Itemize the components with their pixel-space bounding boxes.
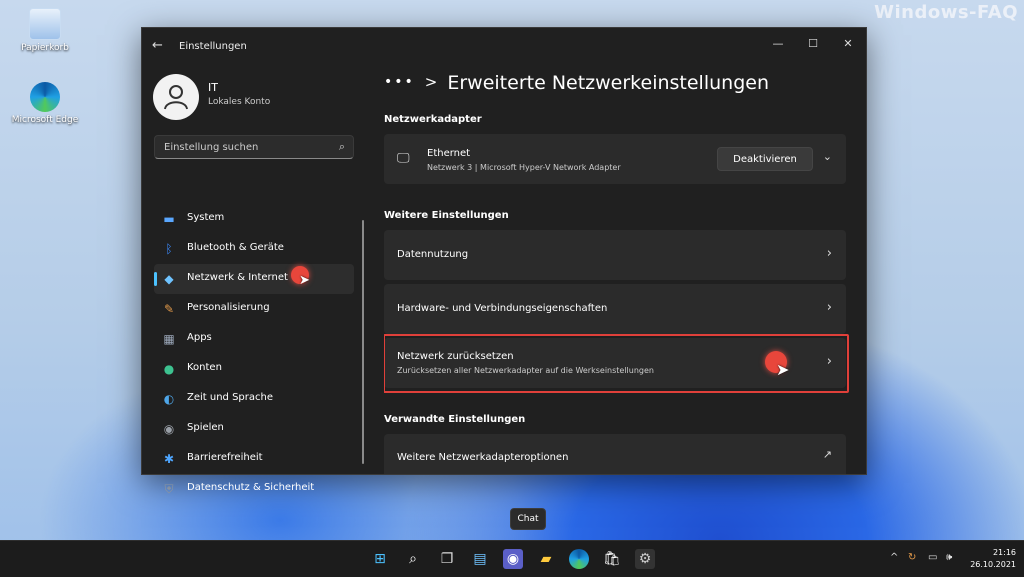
sidebar-item-label: Barrierefreiheit [187, 452, 263, 463]
sidebar-item-personalisierung[interactable]: ✎ Personalisierung [154, 294, 354, 324]
breadcrumb-separator: > [424, 73, 438, 91]
settings-gear-icon[interactable]: ⚙ [635, 549, 655, 569]
person-icon: ● [163, 362, 175, 376]
file-explorer-icon[interactable]: ▰ [536, 549, 556, 569]
wifi-icon: ◆ [164, 272, 174, 286]
watermark-text: Windows-FAQ [874, 2, 1018, 23]
account-type: Lokales Konto [208, 97, 271, 107]
breadcrumb: ••• > Erweiterte Netzwerkeinstellungen [384, 72, 769, 94]
external-link-icon: ↗ [822, 448, 832, 461]
search-input[interactable] [162, 139, 326, 156]
shield-icon: ⛨ [164, 482, 174, 496]
sidebar-scrollbar[interactable] [362, 220, 364, 464]
desktop-icon-recycle-bin[interactable]: Papierkorb [10, 8, 80, 53]
sidebar-item-barrierefreiheit[interactable]: ✱ Barrierefreiheit [154, 444, 354, 474]
sidebar-item-bluetooth-geräte[interactable]: ᛒ Bluetooth & Geräte [154, 234, 354, 264]
apps-icon: ▦ [163, 332, 175, 346]
sidebar-item-label: Netzwerk & Internet [187, 272, 288, 283]
chevron-up-icon[interactable]: ^ [890, 552, 898, 563]
update-icon[interactable]: ↻ [908, 552, 916, 563]
network-icon[interactable]: ▭ [928, 552, 937, 563]
chat-tooltip: Chat [510, 508, 546, 530]
section-heading-more: Weitere Einstellungen [384, 210, 509, 221]
adapter-name: Ethernet [427, 148, 471, 159]
settings-window: ← Einstellungen — ☐ ✕ IT Lokales Konto ⌕… [141, 27, 867, 496]
sidebar-item-label: Personalisierung [187, 302, 270, 313]
maximize-button[interactable]: ☐ [799, 34, 827, 54]
sidebar-nav: ▬ System ᛒ Bluetooth & Geräte ◆ Netzwerk & In… [154, 204, 354, 504]
adapter-card[interactable]: 🖵 Ethernet Netzwerk 3 | Microsoft Hyper-… [384, 134, 846, 184]
mouse-cursor-icon: ➤ [299, 273, 310, 288]
sidebar-item-konten[interactable]: ● Konten [154, 354, 354, 384]
section-heading-adapters: Netzwerkadapter [384, 114, 482, 125]
sidebar-item-label: Datenschutz & Sicherheit [187, 482, 315, 493]
globe-icon: ◐ [163, 392, 175, 406]
settings-item-title: Hardware- und Verbindungseigenschaften [397, 303, 608, 314]
sidebar-item-system[interactable]: ▬ System [154, 204, 354, 234]
search-icon[interactable]: ⌕ [339, 140, 345, 154]
settings-item-adapter-options[interactable]: Weitere Netzwerkadapteroptionen ↗ [384, 434, 846, 474]
avatar[interactable] [153, 74, 199, 120]
sidebar-item-datenschutz-sicherheit[interactable]: ⛨ Datenschutz & Sicherheit [154, 474, 354, 504]
desktop-icon-label: Microsoft Edge [11, 115, 79, 125]
sidebar-item-spielen[interactable]: ◉ Spielen [154, 414, 354, 444]
sidebar-item-label: Konten [187, 362, 222, 373]
bluetooth-icon: ᛒ [165, 242, 173, 256]
search-box: ⌕ [154, 135, 354, 159]
system-clock[interactable]: 21:16 26.10.2021 [970, 547, 1016, 571]
desktop-icon-label: Papierkorb [21, 43, 69, 53]
desktop-icon-edge[interactable]: Microsoft Edge [10, 82, 80, 125]
search-icon[interactable]: ⌕ [403, 549, 423, 569]
settings-item-hardware-properties[interactable]: Hardware- und Verbindungseigenschaften › [384, 284, 846, 334]
minimize-button[interactable]: — [764, 34, 792, 54]
sidebar: IT Lokales Konto ⌕ ▬ System ᛒ Bluetooth & G… [142, 64, 364, 496]
taskbar: ⊞ ⌕ ❐ ▤ ◉ ▰ 🛍 ⚙ ^ ↻ ▭ 🕪 21:16 26.10.2021 [0, 540, 1024, 577]
section-heading-related: Verwandte Einstellungen [384, 414, 526, 425]
person-icon [164, 85, 188, 110]
widgets-icon[interactable]: ▤ [470, 549, 490, 569]
close-button[interactable]: ✕ [834, 34, 862, 54]
sidebar-item-netzwerk-internet[interactable]: ◆ Netzwerk & Internet ➤ [154, 264, 354, 294]
settings-item-title: Datennutzung [397, 249, 469, 260]
chevron-right-icon: › [826, 246, 832, 261]
brush-icon: ✎ [163, 302, 175, 316]
ethernet-icon: 🖵 [397, 151, 410, 166]
sidebar-item-label: Bluetooth & Geräte [187, 242, 284, 253]
sidebar-item-apps[interactable]: ▦ Apps [154, 324, 354, 354]
sidebar-item-zeit-und-sprache[interactable]: ◐ Zeit und Sprache [154, 384, 354, 414]
volume-icon[interactable]: 🕪 [946, 552, 952, 563]
window-title: Einstellungen [179, 41, 247, 52]
chevron-right-icon: › [826, 300, 832, 315]
edge-icon[interactable] [569, 549, 589, 569]
sidebar-item-label: Zeit und Sprache [187, 392, 274, 403]
edge-icon [30, 82, 60, 112]
mouse-cursor-icon: ➤ [776, 360, 790, 379]
sidebar-item-label: Spielen [187, 422, 224, 433]
chat-icon[interactable]: ◉ [503, 549, 523, 569]
task-view-icon[interactable]: ❐ [437, 549, 457, 569]
page-title: Erweiterte Netzwerkeinstellungen [447, 72, 769, 94]
breadcrumb-overflow-button[interactable]: ••• [384, 74, 415, 90]
title-bar[interactable]: ← Einstellungen — ☐ ✕ [142, 28, 866, 64]
chevron-down-icon[interactable]: ⌄ [823, 150, 832, 163]
store-icon[interactable]: 🛍 [602, 549, 622, 569]
gamepad-icon: ◉ [163, 422, 175, 436]
accessibility-icon: ✱ [163, 452, 175, 466]
recycle-bin-icon [29, 8, 61, 40]
sidebar-item-label: Apps [187, 332, 212, 343]
user-name: IT [208, 81, 218, 94]
clock-date: 26.10.2021 [970, 560, 1016, 569]
start-windows-icon[interactable]: ⊞ [370, 549, 390, 569]
deactivate-button[interactable]: Deaktivieren [717, 147, 813, 171]
main-content: ••• > Erweiterte Netzwerkeinstellungen Net… [384, 64, 854, 474]
back-arrow-icon[interactable]: ← [152, 38, 163, 53]
clock-time: 21:16 [992, 548, 1016, 557]
adapter-detail: Netzwerk 3 | Microsoft Hyper-V Network A… [427, 163, 621, 172]
settings-item-title: Weitere Netzwerkadapteroptionen [397, 452, 569, 463]
monitor-icon: ▬ [163, 212, 175, 226]
sidebar-item-label: System [187, 212, 225, 223]
settings-item-data-usage[interactable]: Datennutzung › [384, 230, 846, 280]
